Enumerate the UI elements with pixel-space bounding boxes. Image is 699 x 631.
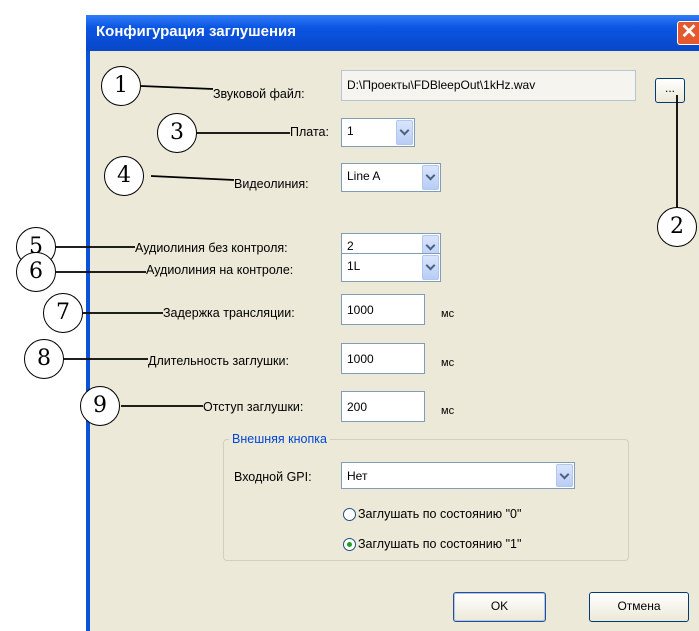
callout-4: 4 bbox=[104, 156, 144, 196]
callout-6: 6 bbox=[16, 252, 56, 292]
callout-9: 9 bbox=[80, 386, 120, 426]
callout-2: 2 bbox=[657, 207, 697, 247]
callout-1: 1 bbox=[101, 66, 141, 106]
callout-7: 7 bbox=[43, 293, 83, 333]
leader-line-1 bbox=[140, 85, 214, 90]
leader-line-4 bbox=[150, 175, 235, 181]
callout-8: 8 bbox=[24, 339, 64, 379]
callout-3: 3 bbox=[157, 113, 197, 153]
